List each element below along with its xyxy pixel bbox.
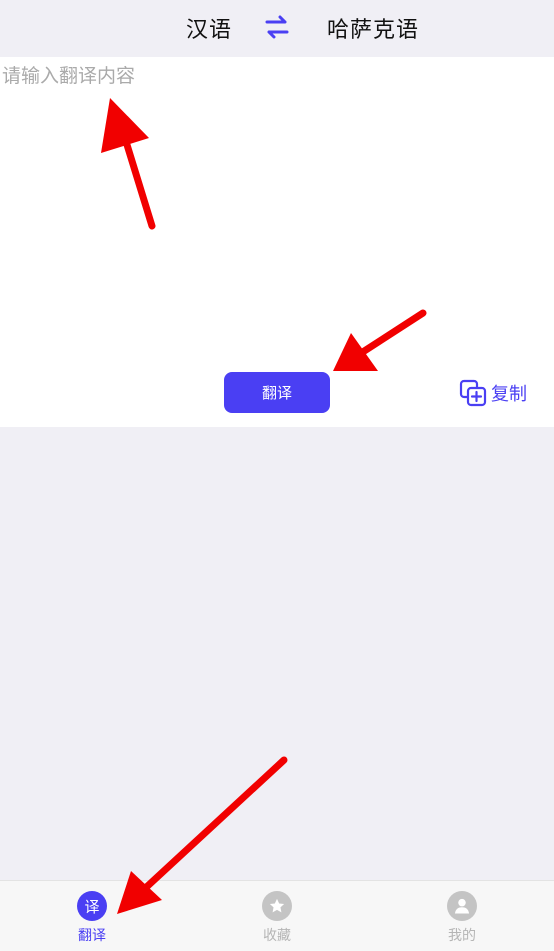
translator-page: 汉语 哈萨克语 翻译 复制 译 翻译 [0, 0, 554, 951]
translate-input[interactable] [0, 57, 554, 357]
star-icon [262, 891, 292, 921]
copy-label: 复制 [491, 384, 527, 405]
translate-icon: 译 [77, 891, 107, 921]
target-language[interactable]: 哈萨克语 [327, 12, 419, 44]
language-bar: 汉语 哈萨克语 [0, 0, 554, 57]
translate-button[interactable]: 翻译 [224, 372, 330, 413]
swap-languages-icon[interactable] [264, 15, 290, 39]
tab-profile-label: 我的 [448, 928, 476, 944]
tab-translate-label: 翻译 [78, 928, 106, 944]
input-panel: 翻译 复制 [0, 57, 554, 427]
tab-favorites-label: 收藏 [263, 928, 291, 944]
bottom-tab-bar: 译 翻译 收藏 我的 [0, 880, 554, 951]
tab-translate[interactable]: 译 翻译 [32, 881, 152, 951]
tab-profile[interactable]: 我的 [402, 881, 522, 951]
copy-button[interactable]: 复制 [459, 379, 527, 407]
translate-icon-glyph: 译 [84, 897, 100, 916]
user-icon [447, 891, 477, 921]
copy-icon [459, 379, 487, 407]
source-language[interactable]: 汉语 [186, 12, 232, 44]
tab-favorites[interactable]: 收藏 [217, 881, 337, 951]
